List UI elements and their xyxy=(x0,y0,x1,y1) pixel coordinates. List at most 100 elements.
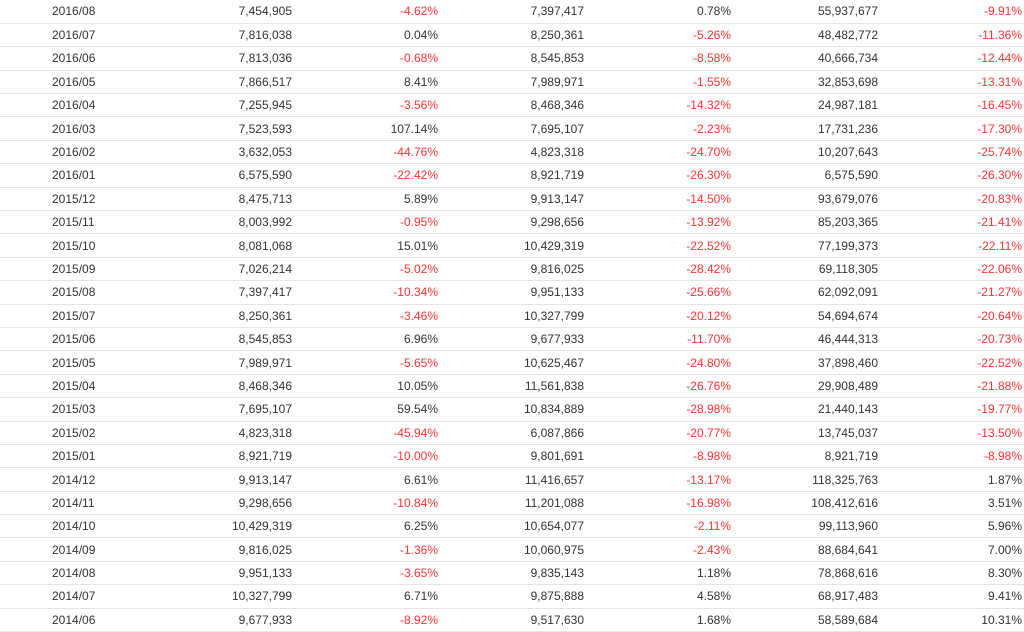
value-cell: 8,545,853 xyxy=(160,327,292,352)
value-cell: 7,397,417 xyxy=(160,280,292,305)
prior-value-cell: 4,823,318 xyxy=(438,140,584,165)
change-cell: -10.84% xyxy=(292,491,438,516)
cumulative-value-cell: 8,921,719 xyxy=(731,444,878,469)
value-cell: 9,951,133 xyxy=(160,561,292,586)
cumulative-change-cell: -25.74% xyxy=(878,140,1024,165)
prior-value-cell: 9,913,147 xyxy=(438,187,584,212)
month-cell: 2015/01 xyxy=(0,444,160,469)
yoy-change-cell: -24.70% xyxy=(584,140,731,165)
change-cell: 8.41% xyxy=(292,70,438,95)
value-cell: 8,921,719 xyxy=(160,444,292,469)
change-cell: 0.04% xyxy=(292,23,438,48)
cumulative-change-cell: -16.45% xyxy=(878,93,1024,118)
yoy-change-cell: 1.68% xyxy=(584,608,731,632)
value-cell: 8,475,713 xyxy=(160,187,292,212)
table-body: 2016/08 7,454,905 -4.62% 7,397,417 0.78% 55,9… xyxy=(0,0,1024,632)
month-cell: 2015/09 xyxy=(0,257,160,282)
month-cell: 2015/04 xyxy=(0,374,160,399)
cumulative-value-cell: 6,575,590 xyxy=(731,163,878,188)
prior-value-cell: 11,561,838 xyxy=(438,374,584,399)
change-cell: 5.89% xyxy=(292,187,438,212)
prior-value-cell: 8,545,853 xyxy=(438,46,584,71)
value-cell: 7,813,036 xyxy=(160,46,292,71)
cumulative-value-cell: 78,868,616 xyxy=(731,561,878,586)
value-cell: 7,454,905 xyxy=(160,0,292,24)
prior-value-cell: 9,816,025 xyxy=(438,257,584,282)
month-cell: 2014/11 xyxy=(0,491,160,516)
cumulative-value-cell: 55,937,677 xyxy=(731,0,878,24)
prior-value-cell: 9,517,630 xyxy=(438,608,584,632)
table-row: 2014/10 10,429,319 6.25% 10,654,077 -2.11% 99… xyxy=(0,514,1024,539)
yoy-change-cell: -2.43% xyxy=(584,537,731,562)
cumulative-change-cell: 3.51% xyxy=(878,491,1024,516)
change-cell: 6.71% xyxy=(292,584,438,609)
prior-value-cell: 11,201,088 xyxy=(438,491,584,516)
table-row: 2015/03 7,695,107 59.54% 10,834,889 -28.98% 2… xyxy=(0,397,1024,422)
month-cell: 2014/06 xyxy=(0,608,160,632)
change-cell: -22.42% xyxy=(292,163,438,188)
yoy-change-cell: -14.32% xyxy=(584,93,731,118)
change-cell: -10.34% xyxy=(292,280,438,305)
table-row: 2015/10 8,081,068 15.01% 10,429,319 -22.52% 7… xyxy=(0,233,1024,258)
yoy-change-cell: -24.80% xyxy=(584,350,731,375)
value-cell: 3,632,053 xyxy=(160,140,292,165)
change-cell: -3.56% xyxy=(292,93,438,118)
table-row: 2016/05 7,866,517 8.41% 7,989,971 -1.55% 32,8… xyxy=(0,70,1024,95)
month-cell: 2015/12 xyxy=(0,187,160,212)
cumulative-value-cell: 77,199,373 xyxy=(731,233,878,258)
prior-value-cell: 10,429,319 xyxy=(438,233,584,258)
cumulative-change-cell: -20.83% xyxy=(878,187,1024,212)
table-row: 2015/07 8,250,361 -3.46% 10,327,799 -20.12% 5… xyxy=(0,304,1024,328)
prior-value-cell: 9,677,933 xyxy=(438,327,584,352)
prior-value-cell: 7,695,107 xyxy=(438,116,584,141)
yoy-change-cell: -5.26% xyxy=(584,23,731,48)
month-cell: 2014/10 xyxy=(0,514,160,539)
change-cell: -3.46% xyxy=(292,304,438,328)
value-cell: 7,695,107 xyxy=(160,397,292,422)
prior-value-cell: 10,834,889 xyxy=(438,397,584,422)
month-cell: 2014/07 xyxy=(0,584,160,609)
change-cell: -8.92% xyxy=(292,608,438,632)
value-cell: 6,575,590 xyxy=(160,163,292,188)
cumulative-change-cell: -13.50% xyxy=(878,421,1024,445)
yoy-change-cell: -2.23% xyxy=(584,116,731,141)
cumulative-value-cell: 108,412,616 xyxy=(731,491,878,516)
table-row: 2015/01 8,921,719 -10.00% 9,801,691 -8.98% 8,… xyxy=(0,444,1024,469)
cumulative-value-cell: 40,666,734 xyxy=(731,46,878,71)
month-cell: 2015/07 xyxy=(0,304,160,328)
cumulative-change-cell: -9.91% xyxy=(878,0,1024,24)
change-cell: 6.25% xyxy=(292,514,438,539)
change-cell: -0.95% xyxy=(292,210,438,235)
cumulative-value-cell: 88,684,641 xyxy=(731,537,878,562)
yoy-change-cell: -22.52% xyxy=(584,233,731,258)
cumulative-value-cell: 17,731,236 xyxy=(731,116,878,141)
value-cell: 9,298,656 xyxy=(160,491,292,516)
month-cell: 2015/02 xyxy=(0,421,160,445)
cumulative-change-cell: -21.41% xyxy=(878,210,1024,235)
yoy-change-cell: -20.77% xyxy=(584,421,731,445)
cumulative-value-cell: 69,118,305 xyxy=(731,257,878,282)
month-cell: 2016/07 xyxy=(0,23,160,48)
cumulative-value-cell: 21,440,143 xyxy=(731,397,878,422)
table-row: 2015/05 7,989,971 -5.65% 10,625,467 -24.80% 3… xyxy=(0,350,1024,375)
cumulative-change-cell: -11.36% xyxy=(878,23,1024,48)
cumulative-value-cell: 85,203,365 xyxy=(731,210,878,235)
value-cell: 7,255,945 xyxy=(160,93,292,118)
prior-value-cell: 10,625,467 xyxy=(438,350,584,375)
table-row: 2015/12 8,475,713 5.89% 9,913,147 -14.50% 93,… xyxy=(0,187,1024,212)
change-cell: 6.96% xyxy=(292,327,438,352)
yoy-change-cell: -28.98% xyxy=(584,397,731,422)
prior-value-cell: 9,951,133 xyxy=(438,280,584,305)
yoy-change-cell: -26.30% xyxy=(584,163,731,188)
yoy-change-cell: -26.76% xyxy=(584,374,731,399)
change-cell: -44.76% xyxy=(292,140,438,165)
change-cell: 59.54% xyxy=(292,397,438,422)
month-cell: 2016/06 xyxy=(0,46,160,71)
yoy-change-cell: -20.12% xyxy=(584,304,731,328)
table-row: 2014/08 9,951,133 -3.65% 9,835,143 1.18% 78,8… xyxy=(0,561,1024,586)
cumulative-change-cell: 8.30% xyxy=(878,561,1024,586)
prior-value-cell: 9,298,656 xyxy=(438,210,584,235)
yoy-change-cell: -28.42% xyxy=(584,257,731,282)
table-row: 2014/07 10,327,799 6.71% 9,875,888 4.58% 68,9… xyxy=(0,584,1024,609)
month-cell: 2015/06 xyxy=(0,327,160,352)
